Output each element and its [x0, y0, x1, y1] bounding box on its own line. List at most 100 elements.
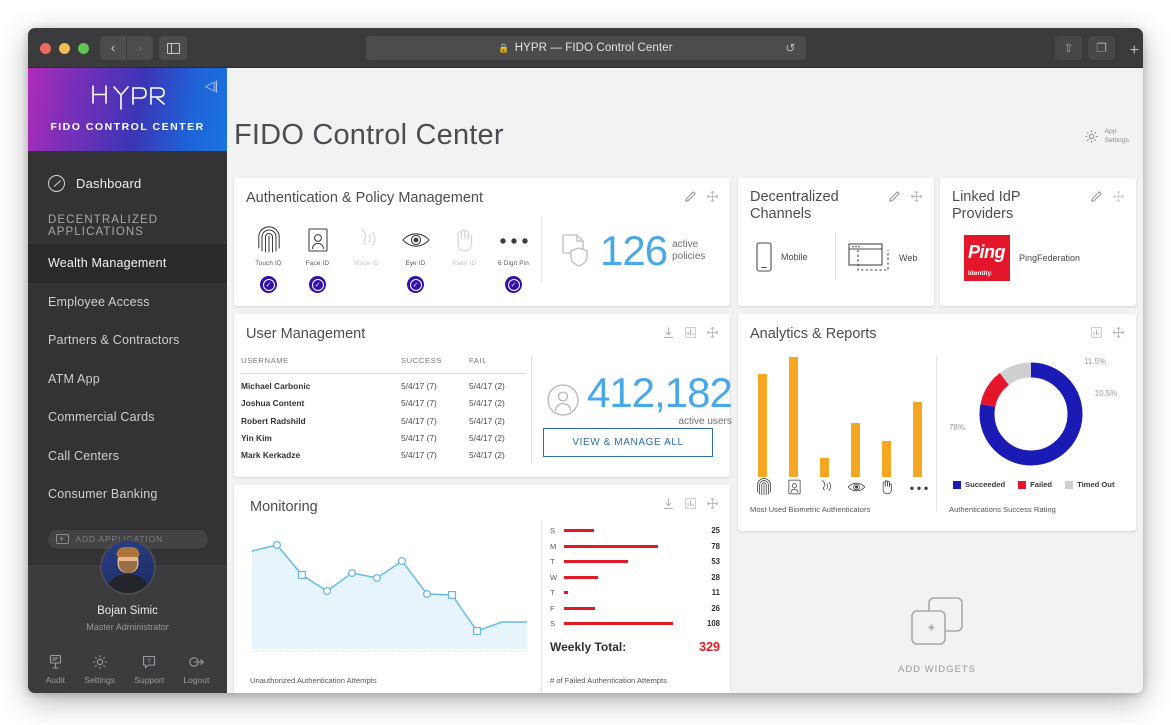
logout-button[interactable]: Logout	[183, 652, 209, 685]
sidebar-item-dashboard[interactable]: Dashboard	[28, 165, 227, 201]
tabs-icon[interactable]: ❐	[1088, 36, 1115, 60]
reload-icon[interactable]: ↺	[785, 41, 795, 55]
channel-web[interactable]: Web	[848, 241, 917, 274]
auth-method-palm-id[interactable]: Palm ID	[440, 222, 489, 293]
sidebar-item-employee-access[interactable]: Employee Access	[28, 283, 227, 322]
bar-row-t2: T 11	[550, 585, 720, 601]
sidebar-item-wealth-management[interactable]: Wealth Management	[28, 244, 227, 283]
pencil-icon[interactable]	[888, 190, 901, 203]
address-bar-text: HYPR — FIDO Control Center	[514, 42, 673, 54]
svg-text:78%: 78%	[949, 423, 965, 432]
show-sidebar-button[interactable]	[159, 36, 187, 60]
left-chart-caption: Most Used Biometric Authenticators	[750, 505, 871, 514]
sidebar-item-call-centers[interactable]: Call Centers	[28, 437, 227, 476]
maximize-window-button[interactable]	[78, 43, 89, 54]
sidebar-item-partners-contractors[interactable]: Partners & Contractors	[28, 321, 227, 360]
audit-button[interactable]: Audit	[46, 652, 65, 685]
move-icon[interactable]	[1112, 326, 1125, 339]
add-widgets-button[interactable]: ADD WIDGETS	[867, 593, 1007, 675]
view-manage-all-button[interactable]: VIEW & MANAGE ALL	[543, 428, 713, 457]
pin-dots-icon	[489, 222, 538, 254]
new-tab-button[interactable]: +	[1130, 42, 1139, 60]
collapse-sidebar-icon[interactable]: ◁|	[205, 78, 218, 94]
card-tools[interactable]	[662, 326, 719, 339]
share-icon[interactable]: ⇧	[1055, 36, 1082, 60]
add-widgets-icon	[911, 597, 963, 645]
download-icon[interactable]	[662, 326, 675, 339]
forward-button[interactable]: ›	[127, 36, 153, 60]
page-title: FIDO Control Center	[234, 119, 504, 151]
card-tools[interactable]	[662, 497, 719, 510]
move-icon[interactable]	[1112, 190, 1125, 203]
sidebar-item-consumer-banking[interactable]: Consumer Banking	[28, 475, 227, 514]
minimize-window-button[interactable]	[59, 43, 70, 54]
move-icon[interactable]	[910, 190, 923, 203]
bar-chart-icon[interactable]	[684, 326, 697, 339]
auth-enabled-check: ✓	[407, 276, 424, 293]
pencil-icon[interactable]	[684, 190, 697, 203]
window-controls[interactable]	[40, 43, 89, 54]
cell-success: 5/4/17 (7)	[401, 432, 437, 443]
channel-label: Web	[899, 252, 918, 263]
column-header-fail: FAIL	[469, 356, 526, 374]
day-value: 25	[711, 526, 720, 536]
gear-icon	[84, 652, 115, 672]
browser-window: ‹ › 🔒 HYPR — FIDO Control Center ↺ ⇧ ❐ +	[28, 28, 1143, 693]
auth-method-voice-id[interactable]: Voice ID	[342, 222, 391, 293]
app-settings-button[interactable]: App Settings	[1084, 128, 1129, 146]
auth-method-6-digit-pin[interactable]: 6 Digit Pin ✓	[489, 222, 538, 293]
policy-shield-icon	[562, 234, 588, 267]
hypr-logo	[28, 81, 227, 120]
auth-policy-card: Authentication & Policy Management Touch…	[234, 178, 730, 306]
close-window-button[interactable]	[40, 43, 51, 54]
active-users-stat: 412,182 active users	[546, 372, 733, 429]
sidebar-item-commercial-cards[interactable]: Commercial Cards	[28, 398, 227, 437]
table-row[interactable]: Robert Radshild 5/4/17 (7) 5/4/17 (2)	[241, 408, 526, 426]
back-button[interactable]: ‹	[100, 36, 126, 60]
sidebar-item-atm-app[interactable]: ATM App	[28, 360, 227, 399]
legend-label: Failed	[1030, 480, 1053, 489]
auth-method-face-id[interactable]: Face ID ✓	[293, 222, 342, 293]
cell-success: 5/4/17 (7)	[401, 381, 437, 392]
bar-chart-icon[interactable]	[684, 497, 697, 510]
card-tools[interactable]	[1090, 190, 1125, 203]
card-tools[interactable]	[1090, 326, 1125, 339]
sidebar-section-title: DECENTRALIZED APPLICATIONS	[48, 214, 159, 238]
active-policies-label: active policies	[672, 238, 706, 263]
left-chart-caption: Unauthorized Authentication Attempts	[250, 676, 377, 685]
avatar[interactable]	[99, 539, 156, 595]
logout-icon	[183, 652, 209, 672]
auth-method-touch-id[interactable]: Touch ID ✓	[244, 222, 293, 293]
sidebar-item-label: Commercial Cards	[48, 410, 155, 425]
settings-button[interactable]: Settings	[84, 652, 115, 685]
logout-label: Logout	[183, 675, 210, 685]
app-settings-label-1: App	[1104, 128, 1117, 135]
auth-method-eye-id[interactable]: Eye ID ✓	[391, 222, 440, 293]
bar-chart-icon[interactable]	[1090, 326, 1103, 339]
card-tools[interactable]	[684, 190, 719, 203]
download-icon[interactable]	[662, 497, 675, 510]
active-policies-stat: 126 active policies	[559, 230, 705, 272]
pencil-icon[interactable]	[1090, 190, 1103, 203]
idp-provider-pingfederation[interactable]: Ping Identity. PingFederation	[964, 235, 1080, 281]
avatar-hair	[116, 547, 139, 557]
move-icon[interactable]	[706, 497, 719, 510]
card-tools[interactable]	[888, 190, 923, 203]
auth-method-label: Face ID	[305, 260, 330, 267]
add-widgets-label: ADD WIDGETS	[897, 664, 977, 675]
table-row[interactable]: Joshua Content 5/4/17 (7) 5/4/17 (2)	[241, 391, 526, 408]
main-content: FIDO Control Center App Settings Authent…	[227, 68, 1143, 693]
support-button[interactable]: ? Support	[134, 652, 164, 685]
address-bar[interactable]: 🔒 HYPR — FIDO Control Center ↺	[365, 36, 806, 60]
eye-icon	[841, 478, 872, 501]
navigation-buttons[interactable]: ‹ ›	[100, 36, 153, 60]
legend-swatch	[1018, 480, 1027, 489]
table-row[interactable]: Mark Kerkadze 5/4/17 (7) 5/4/17 (2)	[241, 443, 526, 460]
move-icon[interactable]	[706, 190, 719, 203]
channel-mobile[interactable]: Mobile	[754, 241, 808, 273]
move-icon[interactable]	[706, 326, 719, 339]
titlebar-right-buttons[interactable]: ⇧ ❐	[1055, 36, 1115, 60]
area-chart-svg	[251, 540, 527, 652]
table-row[interactable]: Yin Kim 5/4/17 (7) 5/4/17 (2)	[241, 426, 526, 443]
table-row[interactable]: Michael Carbonic 5/4/17 (7) 5/4/17 (2)	[241, 374, 526, 392]
